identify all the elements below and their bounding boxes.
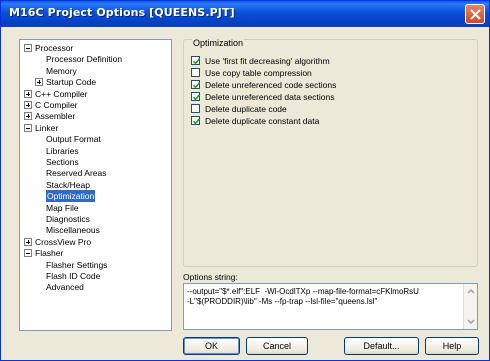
option-label: Delete unreferenced code sections: [205, 80, 337, 90]
option-label: Delete unreferenced data sections: [205, 92, 335, 102]
collapse-icon[interactable]: [24, 249, 32, 258]
tree-item-label: Sections: [46, 157, 79, 167]
options-string-label: Options string:: [183, 272, 238, 282]
tree-item-label: Flasher: [35, 248, 64, 259]
tree-item-label: C++ Compiler: [35, 88, 88, 99]
tree-item-label: Flash ID Code: [46, 271, 101, 281]
checkmark-icon: [192, 94, 201, 101]
options-string-box[interactable]: --output="$*.elf":ELF -Wl-OcdlTXp --map-…: [183, 283, 478, 330]
scroll-down-icon[interactable]: [466, 316, 476, 326]
ok-button[interactable]: OK: [183, 337, 240, 355]
tree-item-label: C Compiler: [35, 100, 78, 110]
option-checkbox[interactable]: [191, 92, 201, 101]
checkmark-icon: [192, 58, 201, 65]
title-bar[interactable]: M16C Project Options [QUEENS.PJT]: [1, 1, 489, 27]
tree-item-label: Libraries: [46, 145, 79, 156]
option-label: Use 'first fit decreasing' algorithm: [205, 56, 330, 66]
tree-item-label: Reserved Areas: [46, 168, 107, 179]
checkmark-icon: [192, 82, 201, 89]
tree-item-label: Linker: [35, 122, 59, 133]
tree-item-label: Advanced: [46, 282, 84, 293]
options-string-scrollbar[interactable]: [463, 284, 477, 329]
optimization-group-title: Optimization: [192, 38, 245, 48]
tree-item-label: Stack/Heap: [46, 179, 90, 190]
option-label: Delete duplicate code: [205, 104, 287, 114]
checkmark-icon: [192, 118, 201, 125]
options-string-text: --output="$*.elf":ELF -Wl-OcdlTXp --map-…: [187, 287, 419, 306]
tree-item-label: Flasher Settings: [46, 259, 108, 270]
window-title: M16C Project Options [QUEENS.PJT]: [9, 6, 235, 19]
expand-icon[interactable]: [24, 112, 32, 121]
option-checkbox[interactable]: [191, 116, 201, 125]
tree-item-label: Memory: [46, 65, 77, 76]
tree-item-label: Output Format: [46, 134, 101, 145]
tree-item-label: Startup Code: [46, 77, 97, 88]
option-label: Use copy table compression: [205, 68, 312, 78]
default-button[interactable]: Default...: [344, 337, 419, 355]
tree-item-label: Optimization: [46, 190, 96, 203]
tree-item-label: Processor Definition: [46, 54, 123, 65]
expand-icon[interactable]: [35, 78, 43, 87]
collapse-icon[interactable]: [24, 123, 32, 132]
tree-item-label: CrossView Pro: [35, 236, 92, 247]
expand-icon[interactable]: [24, 89, 32, 98]
option-checkbox[interactable]: [191, 104, 200, 113]
option-label: Delete duplicate constant data: [205, 116, 320, 126]
tree-item-label: Miscellaneous: [46, 225, 100, 236]
close-icon: [470, 9, 481, 20]
tree-item-label: Map File: [46, 202, 79, 213]
tree-item-label: Assembler: [35, 111, 76, 122]
option-checkbox[interactable]: [191, 68, 200, 77]
collapse-icon[interactable]: [24, 44, 32, 52]
cancel-button[interactable]: Cancel: [246, 337, 308, 355]
scroll-up-icon[interactable]: [466, 287, 476, 297]
tree-item-label: Diagnostics: [46, 214, 90, 224]
option-checkbox[interactable]: [191, 56, 201, 65]
option-checkbox[interactable]: [191, 80, 201, 89]
expand-icon[interactable]: [24, 237, 32, 246]
close-button[interactable]: [465, 4, 485, 24]
options-tree[interactable]: Processor Processor Definition Memory Start…: [19, 39, 172, 331]
help-button[interactable]: Help: [425, 337, 479, 355]
tree-item-label: Processor: [35, 43, 74, 53]
expand-icon[interactable]: [24, 101, 32, 109]
